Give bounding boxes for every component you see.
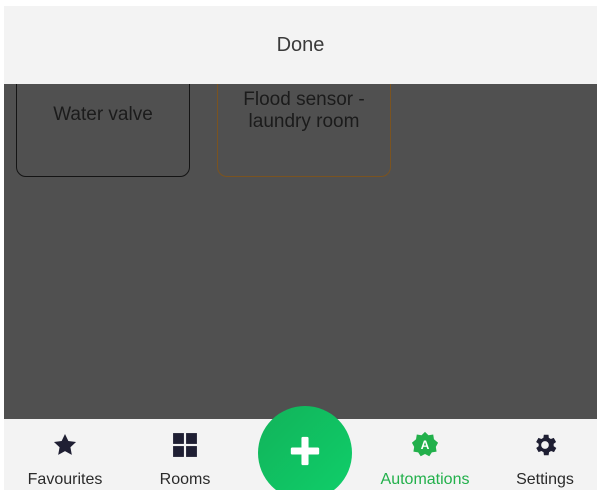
automations-badge-icon: A bbox=[411, 431, 439, 459]
nav-item-rooms[interactable]: Rooms bbox=[130, 419, 240, 490]
nav-item-automations[interactable]: A Automations bbox=[370, 419, 480, 490]
star-icon bbox=[51, 431, 79, 459]
add-button[interactable] bbox=[258, 406, 352, 490]
plus-icon bbox=[288, 434, 322, 473]
device-tile-flood-sensor[interactable]: Flood sensor - laundry room bbox=[217, 84, 391, 177]
nav-label: Rooms bbox=[159, 471, 211, 488]
dimmed-content-area: Water valve Flood sensor - laundry room bbox=[4, 84, 597, 419]
nav-label: Settings bbox=[516, 471, 574, 488]
top-bar: Done bbox=[4, 6, 597, 84]
grid-icon bbox=[171, 431, 199, 459]
nav-item-favourites[interactable]: Favourites bbox=[10, 419, 120, 490]
nav-label: Favourites bbox=[27, 471, 103, 488]
device-tile-water-valve[interactable]: Water valve bbox=[16, 84, 190, 177]
automation-badge-letter: A bbox=[421, 438, 430, 452]
nav-item-settings[interactable]: Settings bbox=[490, 419, 597, 490]
nav-label: Automations bbox=[380, 471, 470, 488]
tile-label: Flood sensor - laundry room bbox=[243, 89, 365, 132]
tile-label: Water valve bbox=[53, 104, 153, 125]
gear-icon bbox=[531, 431, 559, 459]
done-button[interactable]: Done bbox=[261, 28, 341, 63]
app-screen: Done Water valve Flood sensor - laundry … bbox=[4, 6, 597, 490]
